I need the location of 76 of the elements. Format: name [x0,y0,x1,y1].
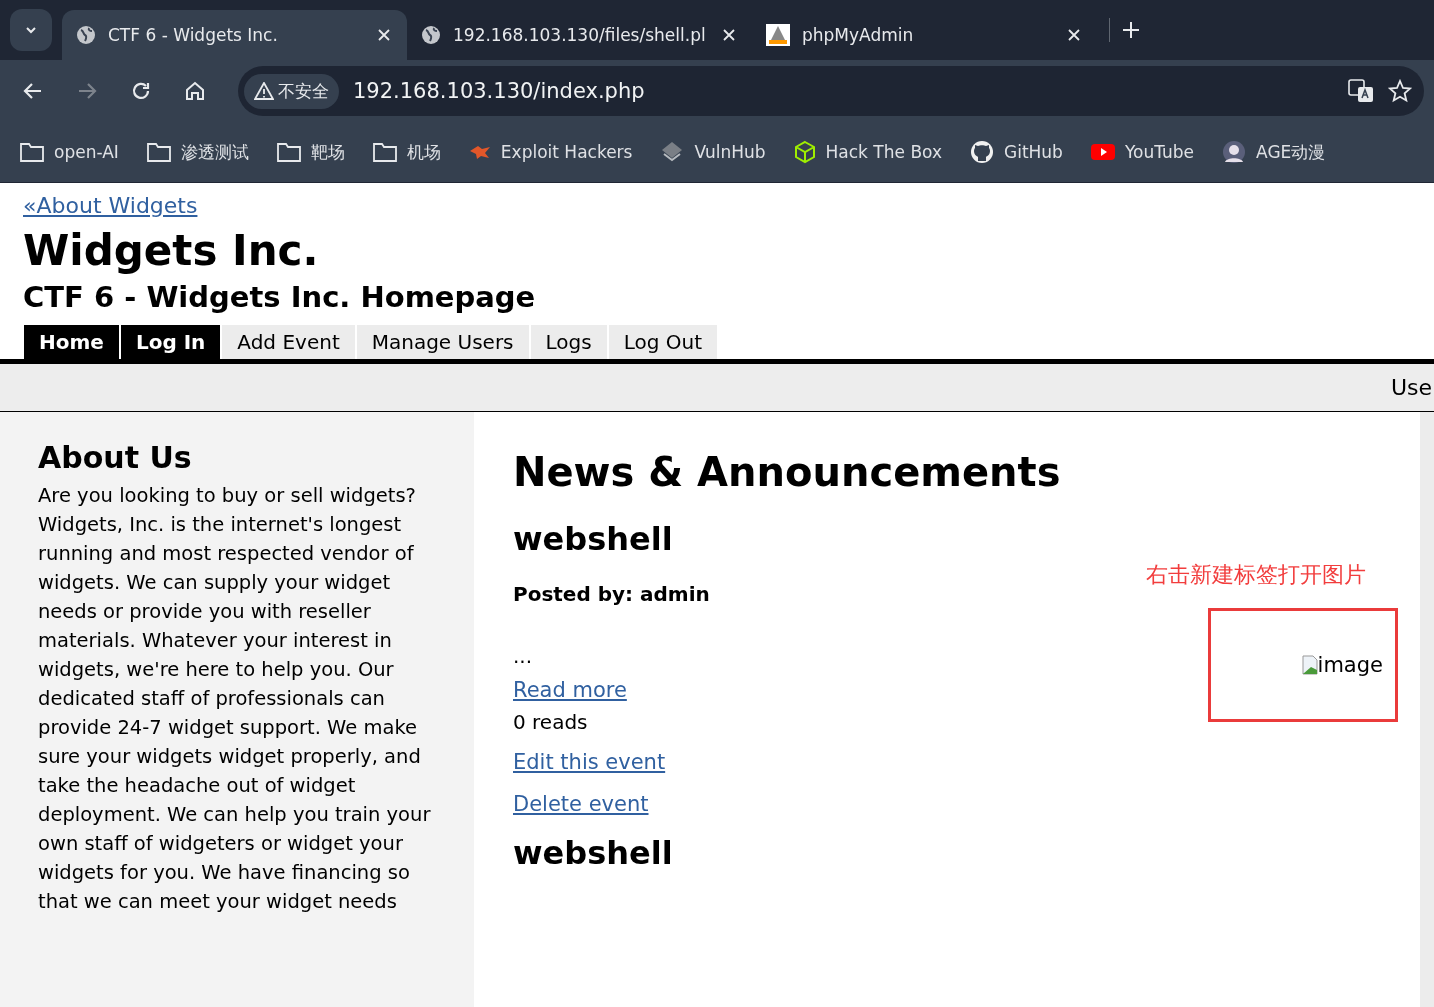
broken-image-icon [1301,655,1318,676]
close-icon[interactable] [722,28,736,42]
bookmark[interactable]: open-AI [20,142,119,162]
github-icon [970,140,994,164]
bookmark[interactable]: YouTube [1090,142,1195,162]
close-icon[interactable] [377,28,391,42]
new-tab-icon[interactable] [1122,21,1140,39]
address-bar[interactable]: 不安全 192.168.103.130/index.php [238,66,1424,116]
browser-tab[interactable]: 192.168.103.130/files/shell.pl [407,10,752,60]
globe-icon [76,25,96,45]
scrollbar-track[interactable] [1420,412,1434,1007]
security-chip[interactable]: 不安全 [244,73,339,109]
cube-icon [793,140,816,164]
nav-tab[interactable]: Log In [120,325,221,360]
reload-icon[interactable] [130,80,152,102]
status-text: Use [1390,375,1432,401]
news-heading: News & Announcements [513,448,1062,497]
edit-event-link[interactable]: Edit this event [513,750,666,775]
bookmark-label: VulnHub [694,142,766,162]
nav-tab[interactable]: Home [24,325,119,360]
bookmark-label: Hack The Box [825,142,942,162]
folder-icon [146,142,171,162]
warning-icon [254,82,274,100]
globe-icon [421,25,441,45]
post-title: webshell [513,520,674,559]
post-title: webshell [513,834,674,873]
about-paragraph: Are you looking to buy or sell widgets? Widgets, Inc. is the internet's longest running and most respected vendor of widgets. We can supply your widget needs or provide you with reseller materials. Whatever your interest in widgets, we're here to help you. Our dedicated staff of professionals can provide 24-7 widget support. We make sure your widgets widget properly, and take the headache out of widget deployment. We can help you train your own staff of widgeters or widget your widgets for you. We have financing so that we can meet your widget needs [38,483,432,916]
bookmark-label: YouTube [1124,142,1195,162]
close-icon[interactable] [1067,28,1081,42]
folder-icon [20,142,44,162]
page-subtitle: CTF 6 - Widgets Inc. Homepage [23,280,537,316]
bookmark-label: GitHub [1004,142,1063,162]
nav-tab[interactable]: Log Out [608,325,718,360]
annotation-text: 右击新建标签打开图片 [1146,561,1366,590]
translate-icon[interactable] [1348,79,1374,103]
bookmark[interactable]: GitHub [970,140,1063,164]
sailboat-logo-icon [766,24,790,46]
read-more-link[interactable]: Read more [513,678,627,703]
nav-tab[interactable]: Add Event [222,325,355,360]
browser-tab[interactable]: CTF 6 - Widgets Inc. [62,10,407,60]
bookmark[interactable]: Exploit Hackers [468,142,633,162]
sidebar-heading: About Us [38,440,193,476]
tab-title: CTF 6 - Widgets Inc. [108,25,279,45]
tab-title: phpMyAdmin [802,25,915,45]
nav-tab[interactable]: Logs [530,325,607,360]
post-excerpt: ... [513,644,534,669]
bookmark[interactable]: AGE动漫 [1222,140,1326,164]
nav-tab[interactable]: Manage Users [356,325,529,360]
bookmark-label: 渗透测试 [180,140,249,164]
star-icon[interactable] [1388,79,1412,103]
bookmark-label: Exploit Hackers [500,142,633,162]
avatar-icon [1222,140,1247,164]
bookmark[interactable]: VulnHub [660,140,766,164]
bookmark[interactable]: 渗透测试 [146,140,249,164]
about-widgets-link[interactable]: «About Widgets [23,193,198,218]
bookmark-label: 机场 [406,140,441,164]
image-alt-text: image [1317,653,1383,678]
bookmark[interactable]: Hack The Box [793,140,942,164]
bookmark[interactable]: 靶场 [276,140,345,164]
site-title: Widgets Inc. [23,226,320,277]
tab-title: 192.168.103.130/files/shell.pl [453,25,707,45]
delete-event-link[interactable]: Delete event [513,792,649,817]
home-icon[interactable] [184,80,206,102]
bookmark-label: 靶场 [310,140,345,164]
browser-tab[interactable]: phpMyAdmin [752,10,1097,60]
bookmark-label: open-AI [54,142,119,162]
bookmark[interactable]: 机场 [372,140,441,164]
url-text: 192.168.103.130/index.php [353,79,645,103]
read-count: 0 reads [513,710,589,735]
folder-icon [276,142,301,162]
bookmark-label: AGE动漫 [1256,140,1326,164]
play-icon [1090,143,1115,161]
posted-by: Posted by: admin [513,582,711,607]
flame-icon [468,143,491,161]
folder-icon [372,142,397,162]
security-label: 不安全 [278,79,329,103]
